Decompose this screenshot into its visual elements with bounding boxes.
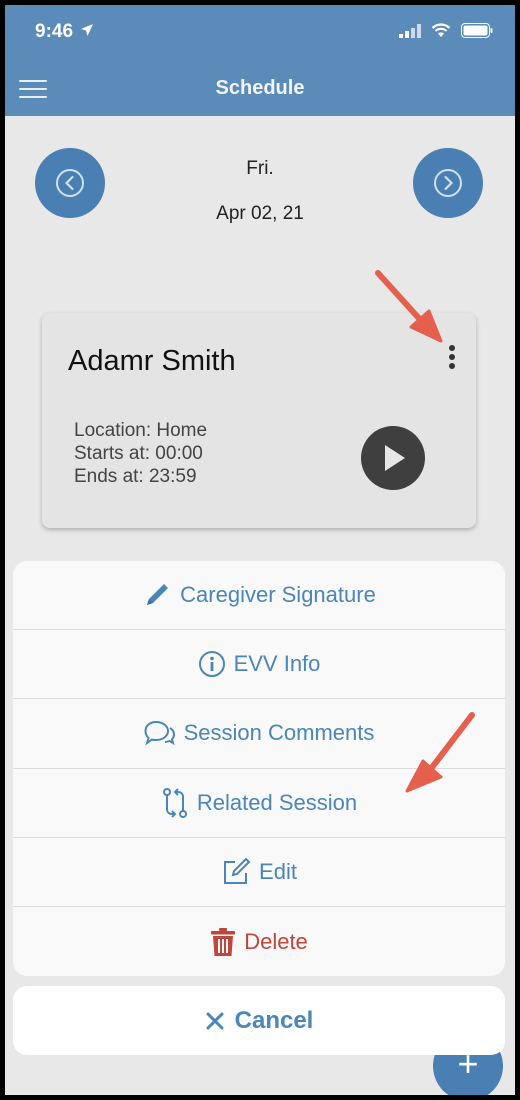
annotation-arrow-top-icon [375,270,475,793]
phone-frame: 9:46 Schedule Fri. Apr 02, 21 Adamr Smit… [0,0,520,1100]
app-screen: 9:46 Schedule Fri. Apr 02, 21 Adamr Smit… [5,5,515,1095]
